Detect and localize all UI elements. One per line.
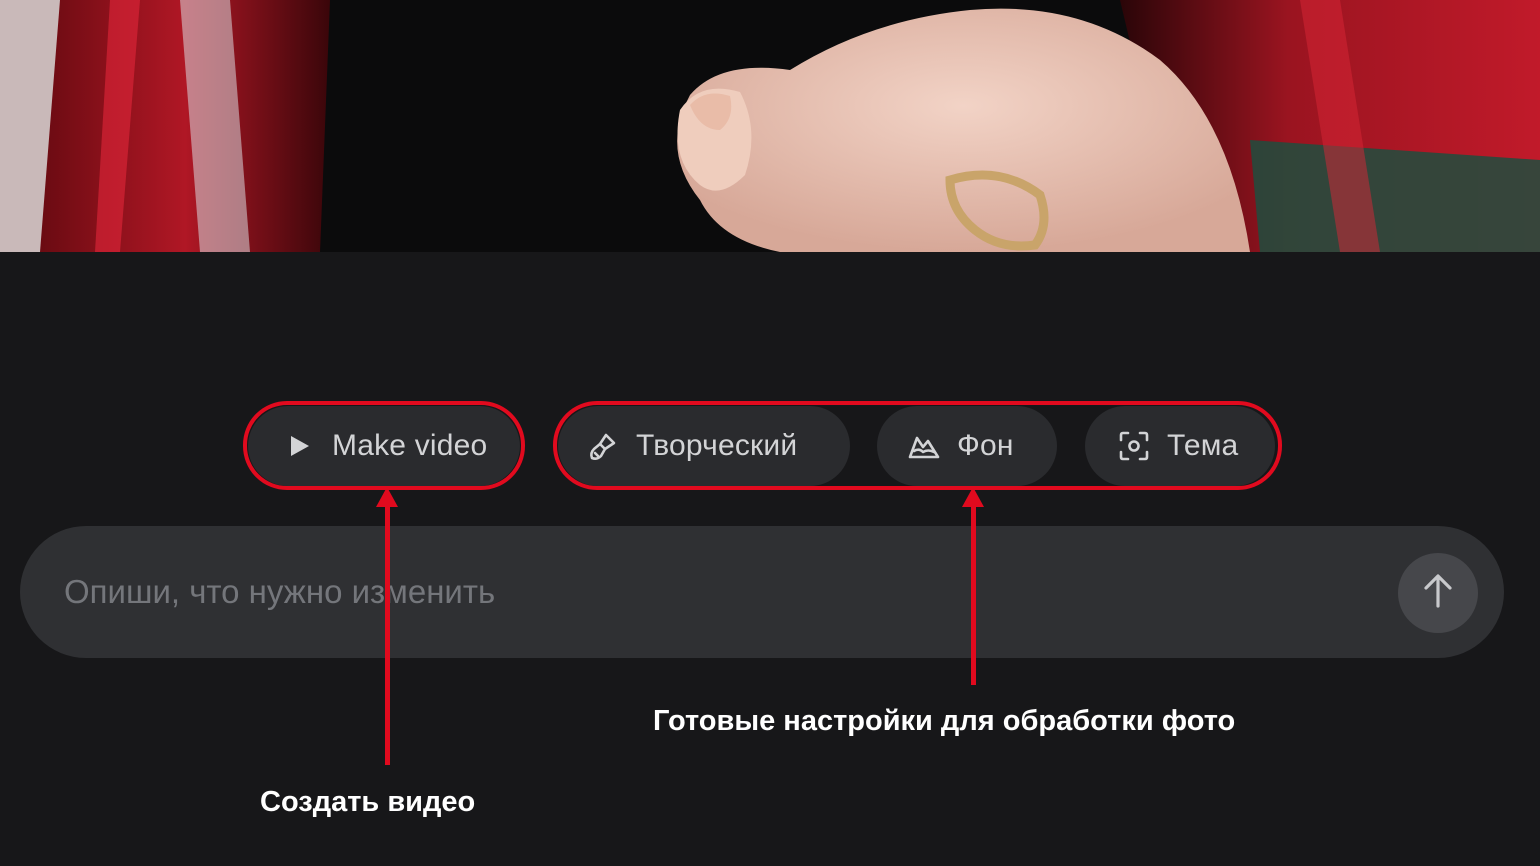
background-preset-button[interactable]: Фон xyxy=(877,406,1057,486)
make-video-caption: Создать видео xyxy=(260,786,476,818)
make-video-button[interactable]: Make video xyxy=(248,406,520,486)
prompt-bar xyxy=(20,526,1504,658)
brush-icon xyxy=(586,429,620,463)
mountain-icon xyxy=(907,429,941,463)
creative-preset-label: Творческий xyxy=(636,429,798,462)
make-video-label: Make video xyxy=(332,429,488,462)
photo-preview xyxy=(0,0,1540,252)
prompt-input[interactable] xyxy=(64,556,1364,628)
play-icon xyxy=(282,429,316,463)
arrow-up-icon xyxy=(1421,572,1455,615)
theme-preset-button[interactable]: Тема xyxy=(1085,406,1275,486)
presets-caption: Готовые настройки для обработки фото xyxy=(653,705,1236,737)
background-preset-label: Фон xyxy=(957,429,1014,462)
annotation-arrow-presets xyxy=(971,505,976,685)
annotation-arrow-video xyxy=(385,505,390,765)
annotation-arrowhead-video xyxy=(376,487,398,507)
send-button[interactable] xyxy=(1398,553,1478,633)
creative-preset-button[interactable]: Творческий xyxy=(558,406,850,486)
focus-frame-icon xyxy=(1117,429,1151,463)
screen: Make video Творческий Фон Тема Опиши, чт… xyxy=(0,0,1540,866)
annotation-arrowhead-presets xyxy=(962,487,984,507)
theme-preset-label: Тема xyxy=(1167,429,1239,462)
